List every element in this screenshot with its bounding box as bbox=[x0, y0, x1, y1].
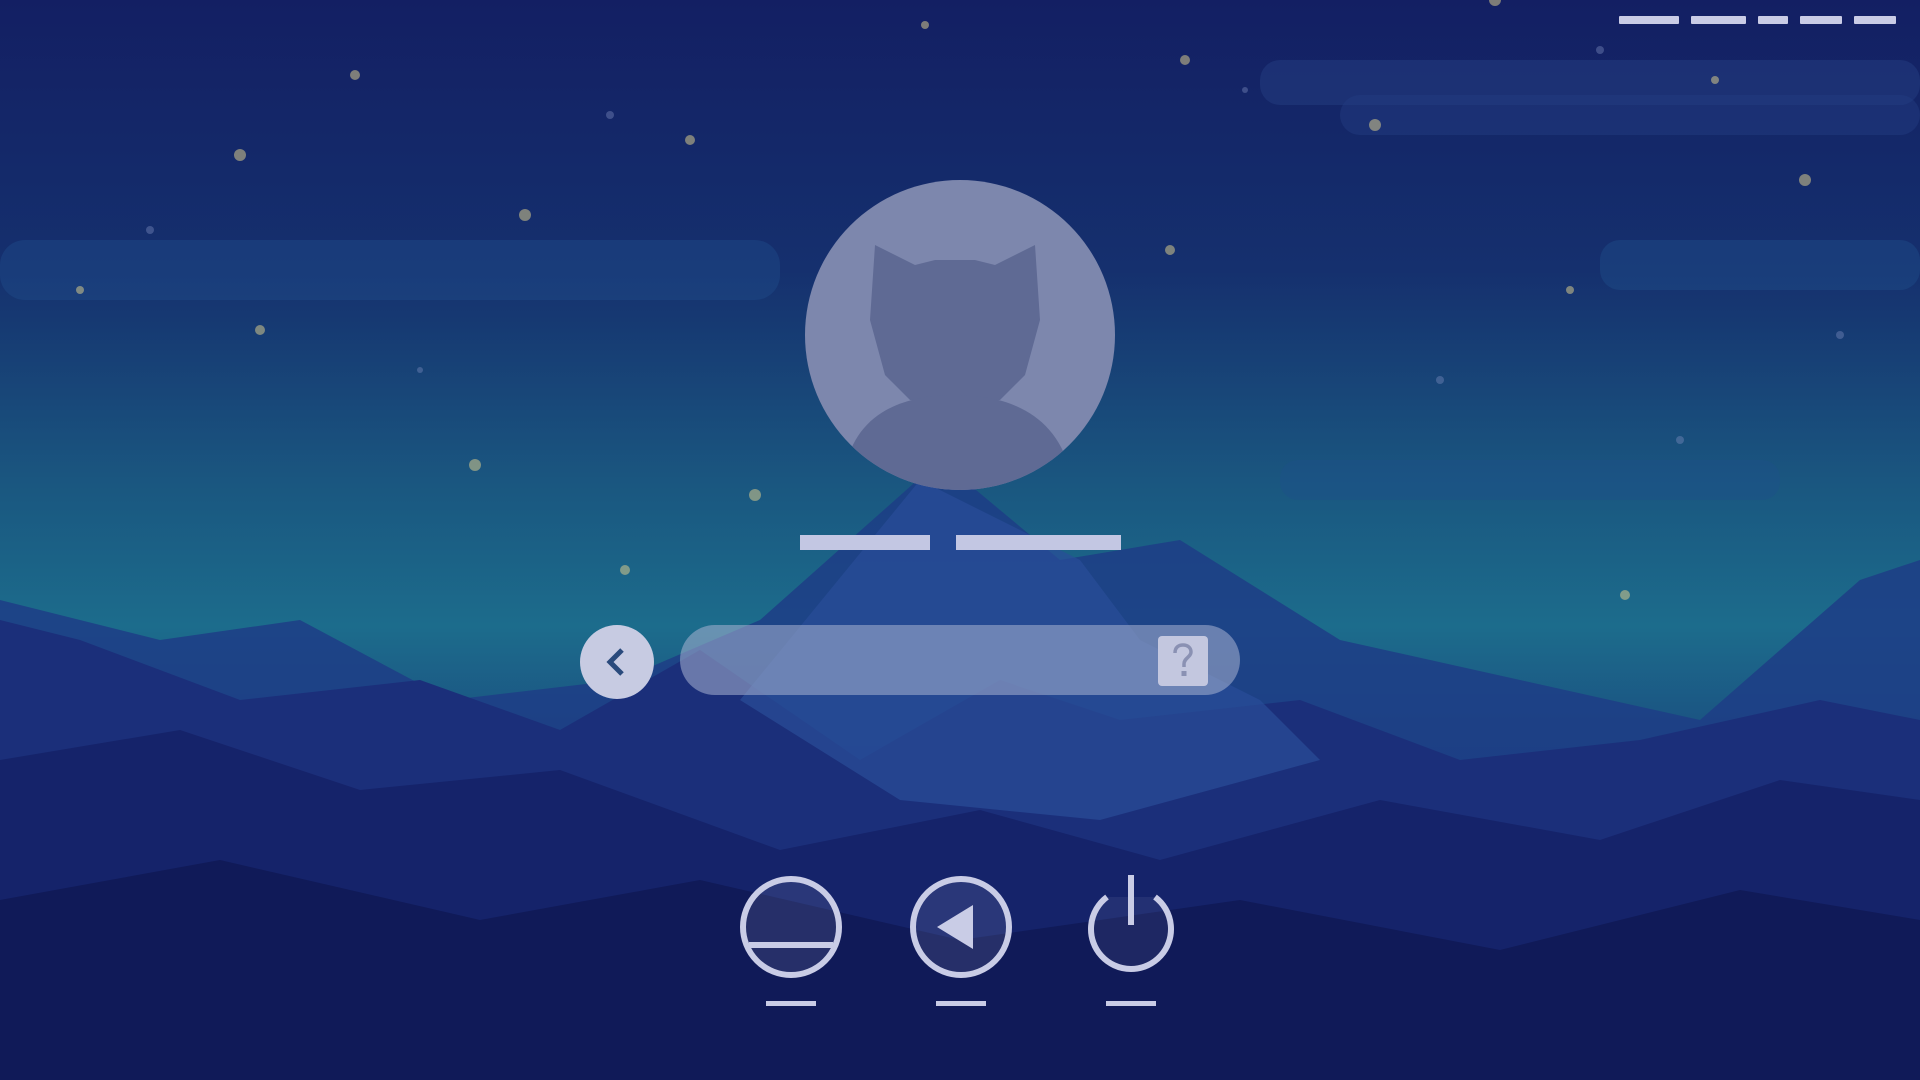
power-icon bbox=[1088, 875, 1174, 972]
shutdown-label bbox=[1106, 1001, 1156, 1006]
user-name-part bbox=[956, 535, 1121, 550]
status-indicator[interactable] bbox=[1758, 16, 1788, 24]
shutdown-button[interactable] bbox=[1079, 875, 1183, 979]
restart-icon bbox=[910, 876, 1012, 978]
sleep-button[interactable] bbox=[739, 875, 843, 979]
restart-label bbox=[936, 1001, 986, 1006]
status-indicator[interactable] bbox=[1619, 16, 1679, 24]
password-hint-button[interactable] bbox=[1158, 636, 1208, 686]
user-name bbox=[800, 535, 1121, 550]
user-name-part bbox=[800, 535, 930, 550]
status-indicator[interactable] bbox=[1691, 16, 1746, 24]
back-button[interactable] bbox=[580, 625, 654, 699]
chevron-left-icon bbox=[606, 648, 624, 676]
status-indicator[interactable] bbox=[1854, 16, 1896, 24]
password-field bbox=[680, 625, 1240, 697]
password-input[interactable] bbox=[708, 625, 1152, 697]
cat-user-silhouette-icon bbox=[845, 245, 1075, 490]
user-avatar bbox=[805, 180, 1115, 490]
sleep-label bbox=[766, 1001, 816, 1006]
question-mark-icon bbox=[1173, 643, 1193, 676]
sleep-icon bbox=[740, 876, 842, 978]
shutdown-action bbox=[1076, 875, 1186, 1006]
status-indicator[interactable] bbox=[1800, 16, 1842, 24]
sleep-action bbox=[736, 875, 846, 1006]
restart-action bbox=[906, 875, 1016, 1006]
status-bar bbox=[1619, 16, 1896, 24]
restart-button[interactable] bbox=[909, 875, 1013, 979]
login-screen bbox=[0, 0, 1920, 1080]
